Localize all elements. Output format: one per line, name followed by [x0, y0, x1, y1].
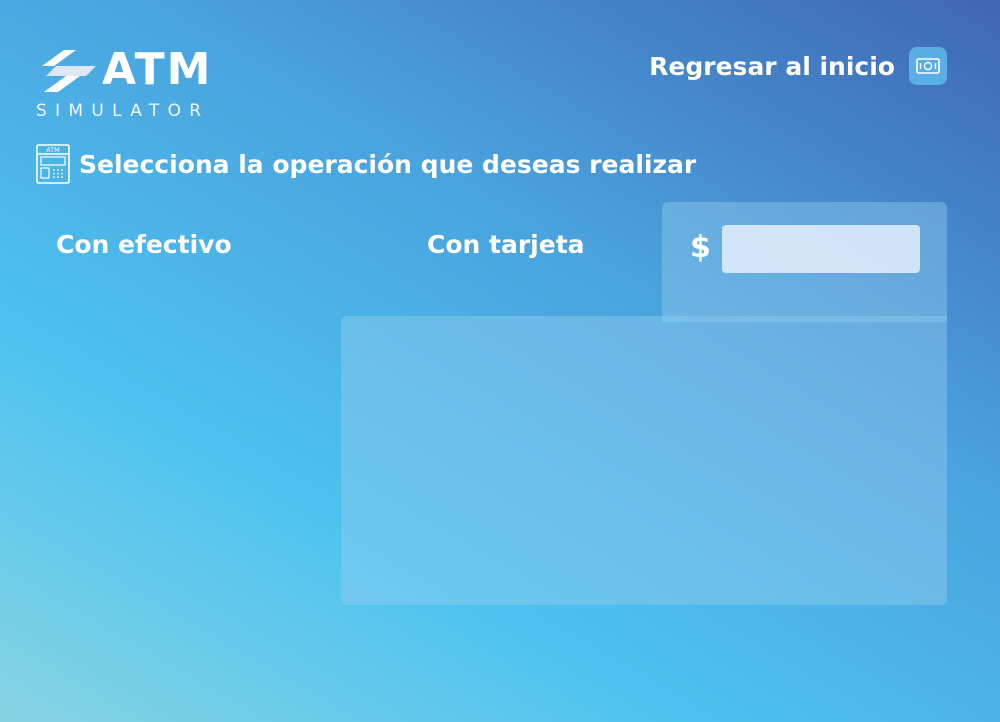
amount-input[interactable]	[722, 225, 920, 273]
atm-machine-icon: ATM	[36, 144, 70, 184]
operation-panel	[341, 316, 947, 605]
tab-cash[interactable]: Con efectivo	[56, 230, 232, 259]
logo-mark-icon	[42, 50, 96, 92]
page-title: Selecciona la operación que deseas reali…	[79, 149, 697, 179]
back-to-home-button[interactable]: Regresar al inicio	[649, 47, 947, 85]
logo-title: ATM	[102, 44, 213, 95]
back-to-home-label: Regresar al inicio	[649, 51, 895, 81]
tab-card[interactable]: Con tarjeta	[427, 230, 585, 259]
atm-simulator-logo: ATM SIMULATOR	[36, 46, 246, 126]
cash-icon[interactable]	[909, 47, 947, 85]
currency-symbol: $	[690, 230, 711, 265]
operation-heading: ATM Selecciona la operación que deseas r…	[36, 144, 696, 184]
logo-subtitle: SIMULATOR	[36, 101, 210, 121]
atm-icon-label: ATM	[46, 146, 60, 154]
